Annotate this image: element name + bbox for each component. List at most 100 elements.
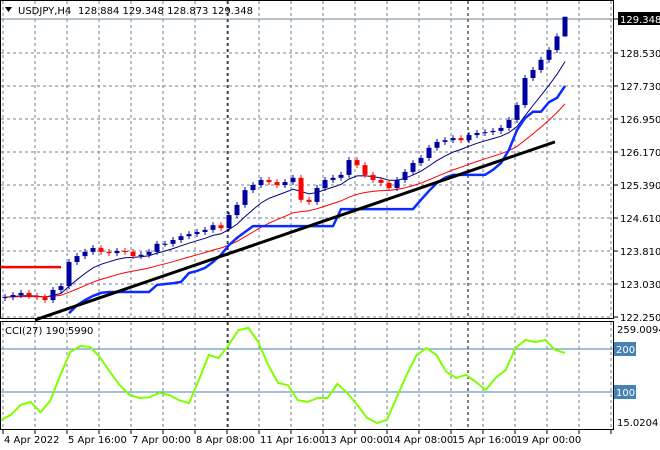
bull-candle bbox=[250, 185, 256, 191]
y-tick-label: 128.530 bbox=[620, 49, 660, 60]
bear-candle bbox=[298, 177, 304, 200]
bear-candle bbox=[306, 199, 312, 202]
chart-canvas: 129.348 128.530 127.730 126.950 126.170 125.3… bbox=[0, 0, 660, 446]
bull-candle bbox=[522, 78, 528, 106]
x-tick-label: 15 Apr 16:00 bbox=[452, 435, 517, 446]
bear-candle bbox=[362, 165, 368, 175]
bull-candle bbox=[74, 256, 80, 263]
bull-candle bbox=[290, 177, 296, 183]
bear-candle bbox=[34, 295, 40, 298]
bull-candle bbox=[154, 243, 160, 252]
grid bbox=[1, 1, 613, 429]
bull-candle bbox=[490, 130, 496, 133]
axes: 129.348 128.530 127.730 126.950 126.170 125.3… bbox=[2, 12, 660, 446]
current-price-label: 129.348 bbox=[620, 15, 660, 26]
bull-candle bbox=[474, 132, 480, 136]
bull-candle bbox=[410, 163, 416, 172]
bull-candle bbox=[402, 171, 408, 180]
bear-candle bbox=[130, 251, 136, 257]
x-tick-label: 13 Apr 00:00 bbox=[324, 435, 389, 446]
cci-max-label: 259.0094 bbox=[617, 325, 660, 336]
bear-candle bbox=[378, 179, 384, 183]
bear-candle bbox=[458, 138, 464, 141]
bull-candle bbox=[450, 138, 456, 141]
y-tick-label: 123.810 bbox=[620, 247, 660, 258]
bull-candle bbox=[146, 251, 152, 255]
bull-candle bbox=[338, 174, 344, 178]
bear-candle bbox=[218, 225, 224, 229]
y-tick-label: 126.170 bbox=[620, 148, 660, 159]
bull-candle bbox=[178, 236, 184, 241]
chart-header[interactable]: USDJPY,H4 128.884 129.348 128.873 129.34… bbox=[5, 6, 253, 17]
bull-candle bbox=[2, 297, 8, 299]
y-tick-label: 122.250 bbox=[620, 313, 660, 324]
bull-candle bbox=[394, 179, 400, 188]
bear-candle bbox=[122, 251, 128, 253]
x-tick-label: 14 Apr 08:00 bbox=[388, 435, 453, 446]
slow-moving-average-line bbox=[4, 103, 566, 298]
bull-candle bbox=[234, 204, 240, 216]
bull-candle bbox=[58, 286, 64, 290]
bear-candle bbox=[266, 179, 272, 183]
bull-candle bbox=[258, 179, 264, 186]
bull-candle bbox=[186, 234, 192, 237]
bull-candle bbox=[162, 243, 168, 245]
bull-candle bbox=[314, 187, 320, 202]
x-tick-label: 5 Apr 16:00 bbox=[68, 435, 127, 446]
bull-candle bbox=[482, 132, 488, 134]
bull-candle bbox=[418, 157, 424, 164]
bear-candle bbox=[274, 182, 280, 186]
bull-candle bbox=[538, 59, 544, 70]
bull-candle bbox=[66, 262, 72, 287]
cci-indicator: 200 100 259.0094 15.0204 bbox=[0, 325, 660, 429]
x-tick-label: 11 Apr 16:00 bbox=[260, 435, 325, 446]
x-tick-label: 7 Apr 00:00 bbox=[132, 435, 191, 446]
bull-candle bbox=[10, 295, 16, 298]
x-tick-label: 4 Apr 2022 bbox=[4, 435, 59, 446]
bull-candle bbox=[242, 190, 248, 205]
bull-candle bbox=[202, 229, 208, 232]
y-tick-label: 127.730 bbox=[620, 82, 660, 93]
main-pane-border bbox=[0, 0, 614, 319]
cci-level-label: 100 bbox=[616, 388, 635, 399]
bull-candle bbox=[170, 240, 176, 244]
bull-candle bbox=[90, 248, 96, 252]
symbol-label: USDJPY,H4 bbox=[18, 6, 71, 17]
bull-candle bbox=[114, 251, 120, 254]
bear-candle bbox=[106, 251, 112, 254]
bull-candle bbox=[82, 251, 88, 257]
bull-candle bbox=[530, 69, 536, 79]
dropdown-triangle-icon[interactable] bbox=[5, 7, 12, 12]
cci-level-label: 200 bbox=[616, 345, 635, 356]
bull-candle bbox=[546, 50, 552, 60]
bear-candle bbox=[26, 292, 32, 296]
bear-candle bbox=[386, 182, 392, 188]
y-tick-label: 125.390 bbox=[620, 181, 660, 192]
bear-candle bbox=[42, 297, 48, 301]
bull-candle bbox=[138, 254, 144, 257]
x-tick-label: 8 Apr 08:00 bbox=[196, 435, 255, 446]
bull-candle bbox=[282, 182, 288, 186]
ohlc-label: 128.884 129.348 128.873 129.348 bbox=[78, 6, 253, 17]
bull-candle bbox=[434, 141, 440, 148]
cci-label: CCI(27) 190.5990 bbox=[5, 326, 93, 337]
bull-candle bbox=[554, 36, 560, 51]
bull-candle bbox=[466, 135, 472, 141]
cci-min-label: 15.0204 bbox=[617, 418, 658, 429]
bull-candle bbox=[442, 140, 448, 142]
bull-candle bbox=[50, 289, 56, 301]
bull-candle bbox=[514, 105, 520, 120]
trendline bbox=[34, 140, 556, 322]
bull-candle bbox=[18, 292, 24, 296]
bear-candle bbox=[98, 248, 104, 252]
bull-candle bbox=[330, 177, 336, 180]
bull-candle bbox=[194, 231, 200, 235]
bull-candle bbox=[498, 127, 504, 131]
overlays bbox=[1, 61, 567, 322]
cci-pane-border bbox=[0, 321, 614, 430]
y-tick-label: 124.610 bbox=[620, 214, 660, 225]
bull-candle bbox=[562, 16, 568, 37]
bull-candle bbox=[322, 179, 328, 188]
bear-candle bbox=[354, 160, 360, 166]
bull-candle bbox=[506, 119, 512, 128]
